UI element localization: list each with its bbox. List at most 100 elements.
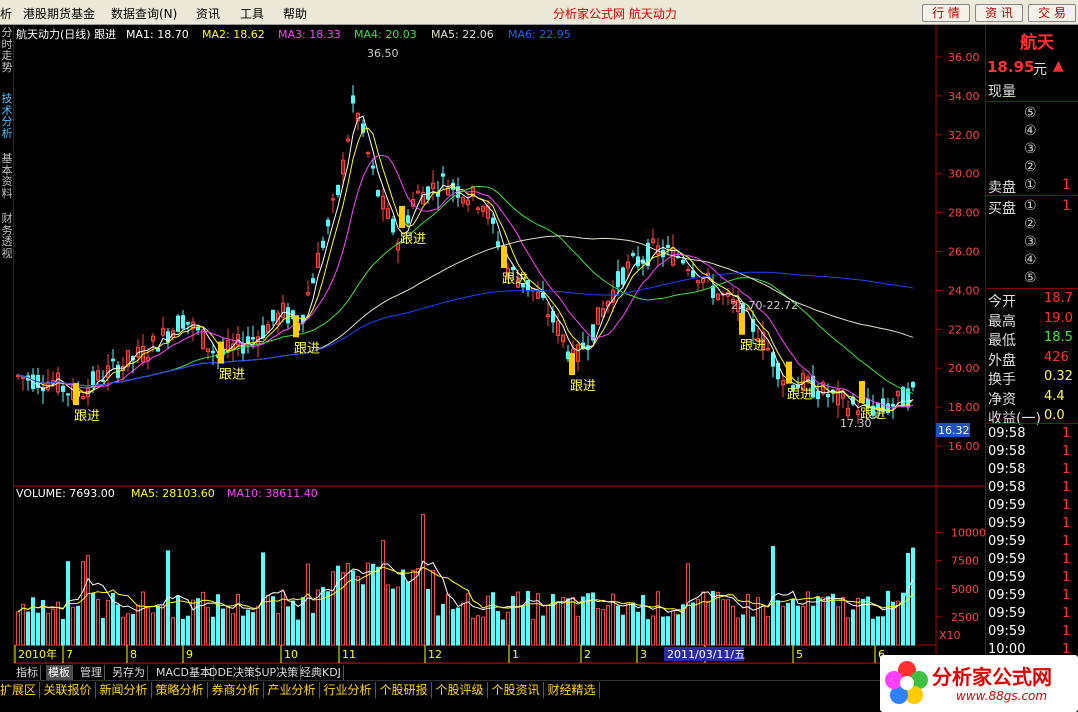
indicator-tab[interactable]: 指标 — [14, 665, 41, 680]
volume-bar — [441, 604, 445, 646]
chart-title: 航天动力(日线) 跟进 — [16, 27, 116, 41]
tick-time: 09:58 — [988, 444, 1026, 459]
buy-level-2: ② — [1024, 216, 1037, 232]
function-tab[interactable]: 产业分析 — [268, 682, 320, 698]
menu-item-data-query[interactable]: 数据查询(N) — [111, 5, 177, 22]
function-tab[interactable]: 关联报价 — [44, 682, 96, 698]
candle — [691, 270, 695, 277]
volume-bar — [756, 597, 760, 646]
volume-bar — [91, 592, 95, 646]
function-tab[interactable]: 扩展区 — [0, 682, 41, 698]
candle — [711, 285, 715, 299]
volume-bar — [26, 611, 30, 646]
function-tab[interactable]: 财经精选 — [548, 682, 600, 698]
indicator-tab[interactable]: 模板 — [46, 665, 73, 680]
kline-chart[interactable]: 16.00 18.00 20.00 22.00 24.00 26.00 28.00 30.00… — [14, 25, 985, 663]
volume-bar — [826, 596, 830, 646]
candle — [211, 350, 215, 354]
ma1-readout: MA1: 18.70 — [126, 28, 189, 41]
volume-bar — [751, 616, 755, 646]
volume-bar — [661, 616, 665, 646]
candle — [391, 218, 395, 233]
volume-bar — [656, 591, 660, 646]
volume-bar — [401, 569, 405, 646]
sell-1-volume: 1 — [1062, 177, 1071, 193]
volume-bar — [241, 615, 245, 646]
stat-label: 外盘 — [988, 352, 1016, 369]
info-button[interactable]: 资 讯 — [975, 4, 1023, 22]
function-tab[interactable]: 个股研报 — [380, 682, 432, 698]
date-tick-label: 11 — [342, 648, 356, 661]
buy-level-1: ① — [1024, 198, 1037, 214]
volume-bar — [506, 611, 510, 646]
volume-bar — [496, 611, 500, 646]
tab-intraday[interactable]: 分时走势 — [0, 27, 14, 73]
tick-time: 09:59 — [988, 516, 1026, 531]
watermark-text: 分析家公式网 — [932, 665, 1052, 689]
trade-button[interactable]: 交 易 — [1028, 4, 1076, 22]
volume-bar — [561, 597, 565, 646]
signal-bar — [293, 315, 299, 338]
menu-item-hk-futures[interactable]: 港股期货基金 — [23, 5, 95, 22]
volume-bar — [291, 600, 295, 646]
function-tab[interactable]: 行业分析 — [324, 682, 376, 698]
tab-financials[interactable]: 财务透视 — [0, 213, 14, 259]
function-tab[interactable]: 策略分析 — [156, 682, 208, 698]
menu-item-help[interactable]: 帮助 — [283, 5, 307, 22]
volume-bar — [691, 602, 695, 646]
candle — [621, 267, 625, 285]
menu-item-analysis[interactable]: 析 — [0, 5, 12, 22]
volume-bar — [676, 614, 680, 646]
tick-volume: 1 — [1062, 444, 1071, 459]
volume-bar — [886, 590, 890, 646]
volume-bar — [741, 614, 745, 646]
volume-ma5-readout: MA5: 28103.60 — [131, 487, 215, 500]
tab-technical[interactable]: 技术分析 — [0, 93, 14, 139]
indicator-tab[interactable]: 另存为 — [110, 665, 148, 680]
ma2-readout: MA2: 18.62 — [202, 28, 265, 41]
tab-fundamentals[interactable]: 基本资料 — [0, 153, 14, 199]
volume-bar — [631, 602, 635, 646]
volume-tick-label: 10000 — [951, 527, 985, 540]
indicator-tab[interactable]: 管理 — [78, 665, 105, 680]
volume-bar — [666, 616, 670, 646]
volume-bar — [806, 591, 810, 646]
tick-time: 09:59 — [988, 552, 1026, 567]
candle — [616, 271, 620, 288]
volume-bar — [211, 616, 215, 646]
menu-item-tools[interactable]: 工具 — [240, 5, 264, 22]
tick-volume: 1 — [1062, 498, 1071, 513]
quote-button[interactable]: 行 情 — [922, 4, 970, 22]
menu-item-news[interactable]: 资讯 — [196, 5, 220, 22]
ma-lines — [17, 115, 914, 412]
volume-bar — [646, 619, 650, 646]
volume-bar — [896, 600, 900, 646]
left-view-tabs: 分时走势 技术分析 基本资料 财务透视 — [0, 25, 14, 663]
volume-bar — [286, 606, 290, 646]
indicator-tab[interactable]: DDE决策 — [207, 665, 258, 680]
stat-label: 净资 — [988, 391, 1016, 408]
tick-time: 09:58 — [988, 480, 1026, 495]
volume-bar — [841, 597, 845, 646]
volume-bar — [641, 595, 645, 646]
candle — [891, 403, 895, 407]
function-tab[interactable]: 个股资讯 — [492, 682, 544, 698]
stat-label: 换手 — [988, 372, 1016, 388]
indicator-tab[interactable]: 经典KDJ — [298, 665, 344, 680]
volume-bar — [131, 614, 135, 646]
volume-bar — [761, 605, 765, 646]
indicator-tab[interactable]: SUP决策 — [253, 665, 302, 680]
stat-value: 18.5 — [1044, 330, 1073, 345]
signal-label: 跟进 — [570, 379, 596, 394]
candle — [61, 385, 65, 392]
candle — [196, 327, 200, 331]
function-tab[interactable]: 券商分析 — [212, 682, 264, 698]
sell-level-5: ⑤ — [1024, 105, 1037, 121]
function-tab[interactable]: 个股评级 — [436, 682, 488, 698]
buy-level-4: ④ — [1024, 252, 1037, 268]
indicator-tab[interactable]: MACD基本 — [154, 665, 214, 680]
price-tick-label: 34.00 — [948, 90, 980, 103]
function-tab[interactable]: 新闻分析 — [100, 682, 152, 698]
tick-time: 09:58 — [988, 426, 1026, 441]
volume-bar — [801, 606, 805, 646]
